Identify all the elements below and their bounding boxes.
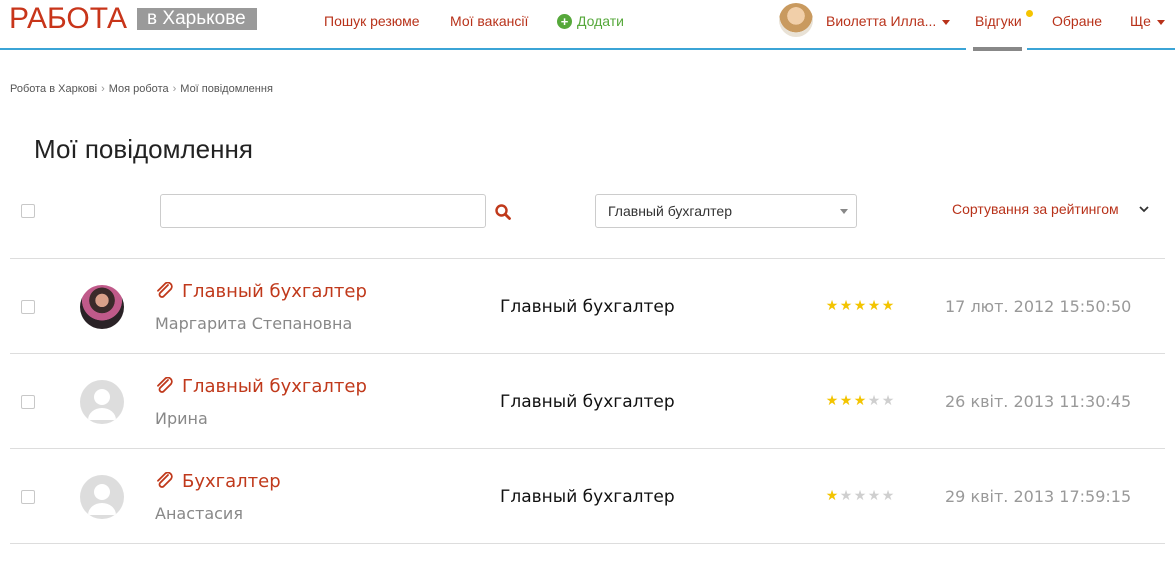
logo-city: в Харькове bbox=[137, 8, 258, 30]
star-icon[interactable]: ★ bbox=[853, 488, 867, 504]
row-checkbox[interactable] bbox=[21, 300, 35, 314]
nav-more-label: Ще bbox=[1130, 13, 1151, 29]
caret-down-icon bbox=[1156, 19, 1165, 25]
site-logo[interactable]: РАБОТА в Харькове bbox=[9, 2, 258, 36]
active-tab-indicator bbox=[973, 47, 1022, 51]
message-vacancy: Главный бухгалтер bbox=[500, 487, 675, 507]
chevron-down-icon[interactable] bbox=[1138, 203, 1150, 215]
message-date: 26 квіт. 2013 11:30:45 bbox=[945, 392, 1132, 411]
caret-down-icon bbox=[942, 19, 951, 25]
message-row[interactable]: Главный бухгалтер Ирина Главный бухгалте… bbox=[0, 354, 1175, 449]
message-row[interactable]: Главный бухгалтер Маргарита Степановна Г… bbox=[0, 259, 1175, 354]
star-icon[interactable]: ★ bbox=[867, 298, 881, 314]
nav-search-resume[interactable]: Пошук резюме bbox=[324, 13, 420, 29]
avatar[interactable] bbox=[80, 380, 124, 424]
star-icon[interactable]: ★ bbox=[825, 488, 839, 504]
search-input[interactable] bbox=[160, 194, 486, 228]
nav-responses[interactable]: Відгуки bbox=[975, 13, 1022, 29]
star-icon[interactable]: ★ bbox=[881, 488, 895, 504]
message-vacancy: Главный бухгалтер bbox=[500, 392, 675, 412]
rating-stars[interactable]: ★ ★ ★ ★ ★ bbox=[825, 488, 895, 504]
default-user-icon bbox=[88, 389, 116, 420]
star-icon[interactable]: ★ bbox=[839, 393, 853, 409]
nav-add-button[interactable]: + Додати bbox=[557, 13, 624, 29]
avatar[interactable] bbox=[80, 475, 124, 519]
rating-stars[interactable]: ★ ★ ★ ★ ★ bbox=[825, 298, 895, 314]
breadcrumb-separator: › bbox=[101, 83, 105, 95]
breadcrumb-item[interactable]: Моя робота bbox=[109, 83, 169, 95]
message-author: Маргарита Степановна bbox=[155, 314, 353, 333]
select-all-checkbox[interactable] bbox=[21, 204, 35, 218]
star-icon[interactable]: ★ bbox=[867, 488, 881, 504]
nav-more[interactable]: Ще bbox=[1130, 13, 1165, 29]
breadcrumb-separator: › bbox=[172, 83, 177, 95]
star-icon[interactable]: ★ bbox=[825, 298, 839, 314]
message-row[interactable]: Бухгалтер Анастасия Главный бухгалтер ★ ★… bbox=[0, 449, 1175, 544]
message-author: Анастасия bbox=[155, 504, 243, 523]
plus-icon: + bbox=[557, 13, 572, 29]
caret-down-icon bbox=[840, 209, 848, 214]
paperclip-icon bbox=[157, 472, 173, 488]
message-date: 29 квіт. 2013 17:59:15 bbox=[945, 487, 1132, 506]
message-title-link[interactable]: Бухгалтер bbox=[182, 471, 281, 492]
row-checkbox[interactable] bbox=[21, 395, 35, 409]
vacancy-filter-select[interactable]: Главный бухгалтер bbox=[595, 194, 857, 228]
star-icon[interactable]: ★ bbox=[881, 393, 895, 409]
logo-text: РАБОТА bbox=[9, 2, 128, 35]
nav-add-label: Додати bbox=[577, 13, 624, 29]
star-icon[interactable]: ★ bbox=[853, 393, 867, 409]
search-icon[interactable] bbox=[494, 203, 512, 221]
star-icon[interactable]: ★ bbox=[881, 298, 895, 314]
star-icon[interactable]: ★ bbox=[853, 298, 867, 314]
nav-my-vacancies[interactable]: Мої вакансії bbox=[450, 13, 528, 29]
sort-by-rating[interactable]: Сортування за рейтингом bbox=[952, 201, 1119, 217]
tab-gap-left bbox=[966, 47, 973, 50]
tab-gap-right bbox=[1022, 47, 1027, 50]
star-icon[interactable]: ★ bbox=[825, 393, 839, 409]
star-icon[interactable]: ★ bbox=[839, 488, 853, 504]
row-checkbox[interactable] bbox=[21, 490, 35, 504]
paperclip-icon bbox=[157, 377, 173, 393]
message-title-link[interactable]: Главный бухгалтер bbox=[182, 281, 367, 302]
top-header: РАБОТА в Харькове Пошук резюме Мої вакан… bbox=[0, 0, 1175, 50]
divider bbox=[10, 543, 1165, 544]
message-title-link[interactable]: Главный бухгалтер bbox=[182, 376, 367, 397]
message-vacancy: Главный бухгалтер bbox=[500, 297, 675, 317]
breadcrumb: Робота в Харкові › Моя робота › Мої повідомл… bbox=[10, 83, 273, 95]
vacancy-filter-value: Главный бухгалтер bbox=[608, 203, 732, 219]
user-avatar[interactable] bbox=[779, 3, 813, 37]
breadcrumb-item[interactable]: Робота в Харкові bbox=[10, 83, 97, 95]
message-date: 17 лют. 2012 15:50:50 bbox=[945, 297, 1132, 316]
user-menu[interactable]: Виолетта Илла... bbox=[826, 13, 951, 29]
breadcrumb-current: Мої повідомлення bbox=[180, 83, 273, 95]
message-author: Ирина bbox=[155, 409, 208, 428]
notification-dot bbox=[1026, 10, 1033, 17]
default-user-icon bbox=[88, 484, 116, 515]
avatar[interactable] bbox=[80, 285, 124, 329]
user-name: Виолетта Илла... bbox=[826, 13, 937, 29]
star-icon[interactable]: ★ bbox=[867, 393, 881, 409]
page-title: Мої повідомлення bbox=[34, 134, 253, 164]
rating-stars[interactable]: ★ ★ ★ ★ ★ bbox=[825, 393, 895, 409]
star-icon[interactable]: ★ bbox=[839, 298, 853, 314]
paperclip-icon bbox=[157, 282, 173, 298]
nav-favorites[interactable]: Обране bbox=[1052, 13, 1102, 29]
